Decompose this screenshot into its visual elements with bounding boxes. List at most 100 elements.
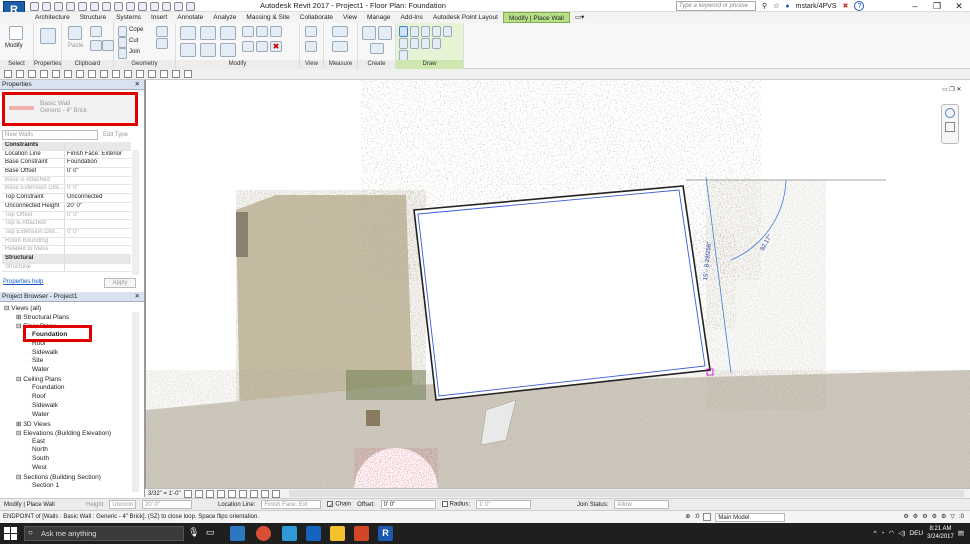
- browser-item[interactable]: ⊟ Ceiling Plans: [16, 375, 61, 383]
- dimension-icon[interactable]: [332, 41, 348, 52]
- panel-label-select[interactable]: Select: [0, 60, 33, 69]
- property-value[interactable]: 0' 0": [64, 168, 131, 176]
- zoom-icon[interactable]: [945, 122, 955, 132]
- section-icon[interactable]: [150, 1, 159, 11]
- wifi-icon[interactable]: ◠: [889, 529, 895, 537]
- drag-elements-icon[interactable]: ⚙: [941, 511, 946, 523]
- steering-wheel-icon[interactable]: [945, 108, 955, 118]
- rotate-icon[interactable]: [220, 43, 236, 57]
- array-icon[interactable]: [256, 26, 268, 37]
- create-parts-icon[interactable]: [378, 26, 392, 40]
- pin-icon[interactable]: [256, 41, 268, 52]
- volume-icon[interactable]: ◁): [898, 529, 905, 537]
- offset-icon[interactable]: [200, 26, 216, 40]
- browser-item[interactable]: ⊟ Sections (Building Section): [16, 473, 101, 481]
- property-value[interactable]: Finish Face: Exterior: [64, 150, 131, 159]
- tag-icon[interactable]: [114, 1, 123, 11]
- undo-small-icon[interactable]: [40, 70, 48, 78]
- redo-icon[interactable]: [78, 1, 87, 11]
- property-value[interactable]: [64, 246, 131, 254]
- line-icon[interactable]: [399, 26, 408, 37]
- revit-app-icon[interactable]: R: [378, 526, 393, 541]
- browser-item[interactable]: · Site: [28, 357, 43, 364]
- analytical-model-icon[interactable]: [271, 489, 280, 498]
- user-icon[interactable]: ●: [785, 3, 789, 10]
- paint-icon[interactable]: [156, 38, 168, 49]
- browser-item[interactable]: · Section 1: [28, 482, 59, 489]
- tab-view[interactable]: View: [338, 12, 362, 23]
- property-value[interactable]: [64, 220, 131, 228]
- thin-lines-small-icon[interactable]: [148, 70, 156, 78]
- property-value[interactable]: 0' 0": [64, 185, 131, 194]
- exchange-icon[interactable]: ✖: [843, 2, 849, 10]
- property-value[interactable]: [64, 237, 131, 246]
- reveal-hidden-icon[interactable]: [260, 489, 269, 498]
- undo-icon[interactable]: [66, 1, 75, 11]
- tab-architecture[interactable]: Architecture: [30, 12, 75, 23]
- mirror-icon[interactable]: [220, 26, 236, 40]
- tab-structure[interactable]: Structure: [75, 12, 111, 23]
- close-browser-icon[interactable]: ✕: [135, 292, 140, 302]
- cut-clip-icon[interactable]: [90, 40, 102, 51]
- browser-item[interactable]: · Water: [28, 411, 49, 418]
- file-manager-app-icon[interactable]: [330, 526, 345, 541]
- cut-button[interactable]: Cut: [129, 38, 138, 44]
- star-icon[interactable]: ☆: [773, 2, 779, 10]
- modify-arrow-icon[interactable]: [9, 26, 23, 40]
- paste-icon[interactable]: [68, 26, 82, 40]
- network-icon[interactable]: ◔: [881, 530, 885, 537]
- crop-view-icon[interactable]: [227, 489, 236, 498]
- filter-icon[interactable]: ▽: [950, 511, 955, 523]
- open-icon[interactable]: [30, 1, 39, 11]
- close-properties-icon[interactable]: ✕: [135, 80, 140, 90]
- cope-button[interactable]: Cope: [129, 27, 143, 33]
- text-icon[interactable]: [126, 1, 135, 11]
- save-icon[interactable]: [42, 1, 51, 11]
- worksets-icon[interactable]: ⊕: [685, 511, 690, 523]
- hide-icon[interactable]: [305, 26, 317, 37]
- powerpoint-app-icon[interactable]: [354, 526, 369, 541]
- clock[interactable]: 8:21 AM 3/24/2017: [927, 525, 954, 541]
- sun-path-icon[interactable]: [205, 489, 214, 498]
- cortana-search-input[interactable]: Ask me anything: [24, 526, 184, 541]
- tab-systems[interactable]: Systems: [111, 12, 146, 23]
- split-icon[interactable]: [242, 26, 254, 37]
- align-icon[interactable]: [180, 26, 196, 40]
- instance-filter-dropdown[interactable]: New Walls: [2, 130, 98, 140]
- create-assembly-icon[interactable]: [362, 26, 376, 40]
- sync-small-icon[interactable]: [28, 70, 36, 78]
- visual-style-icon[interactable]: [194, 489, 203, 498]
- file-explorer-app-icon[interactable]: [230, 526, 245, 541]
- tab-massing-site[interactable]: Massing & Site: [241, 12, 294, 23]
- redo-small-icon[interactable]: [52, 70, 60, 78]
- browser-item[interactable]: · North: [28, 446, 48, 453]
- microphone-icon[interactable]: 🎙: [188, 527, 199, 538]
- drawing-canvas[interactable]: 15' - 8 29/256" 82.17° ▭ ❐ ✕: [145, 80, 970, 488]
- browser-item[interactable]: · Roof: [28, 393, 46, 400]
- select-by-face-icon[interactable]: ⚙: [932, 511, 937, 523]
- thin-lines-icon[interactable]: [162, 1, 171, 11]
- tag-small-icon[interactable]: [100, 70, 108, 78]
- arc-icon[interactable]: [399, 38, 408, 49]
- browser-item[interactable]: · East: [28, 438, 45, 445]
- maximize-button[interactable]: ❐: [926, 0, 948, 12]
- property-value[interactable]: Foundation: [64, 159, 131, 168]
- ribbon-options-toggle[interactable]: ▭▾: [570, 12, 589, 23]
- language-indicator[interactable]: DEU: [909, 530, 923, 537]
- chain-check-icon[interactable]: ✓: [327, 501, 333, 509]
- shadows-icon[interactable]: [216, 489, 225, 498]
- tab-insert[interactable]: Insert: [146, 12, 172, 23]
- chrome-app-icon[interactable]: [256, 526, 271, 541]
- switch-windows-small-icon[interactable]: [172, 70, 180, 78]
- height-dropdown[interactable]: Unconn: [109, 500, 137, 509]
- rectangle-icon[interactable]: [410, 26, 419, 37]
- tab-point-layout[interactable]: Autodesk Point Layout: [428, 12, 503, 23]
- tangent-arc-icon[interactable]: [421, 38, 430, 49]
- tab-manage[interactable]: Manage: [362, 12, 396, 23]
- tray-expand-icon[interactable]: ^: [874, 530, 877, 537]
- section-small-icon[interactable]: [136, 70, 144, 78]
- binoculars-icon[interactable]: ⚲: [762, 2, 767, 10]
- view-scale[interactable]: 3/32" = 1'-0": [148, 491, 181, 497]
- tab-collaborate[interactable]: Collaborate: [295, 12, 338, 23]
- property-group[interactable]: Constraints: [2, 142, 131, 151]
